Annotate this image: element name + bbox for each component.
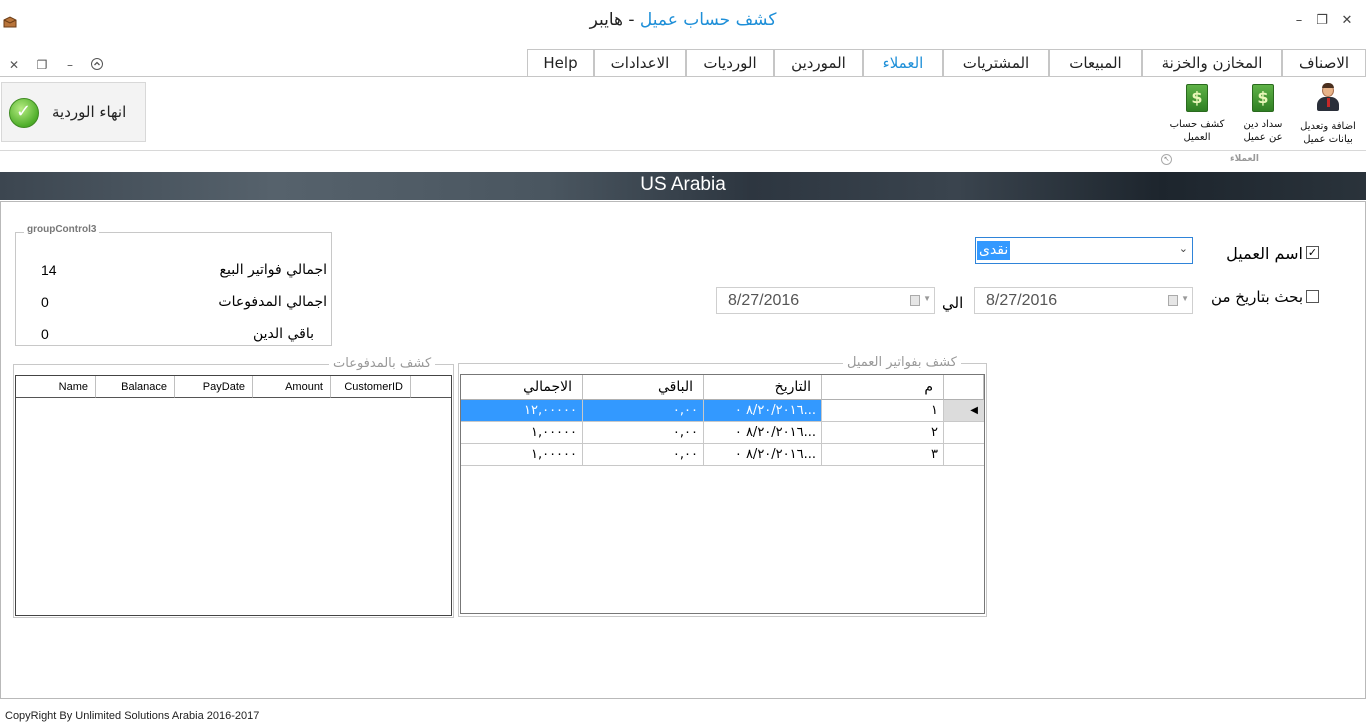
row-indicator[interactable]: ◀ xyxy=(944,400,984,422)
invoices-col-number[interactable]: م xyxy=(822,375,944,400)
summary-value-remaining-debt: 0 xyxy=(41,326,49,342)
payments-col-balance[interactable]: Balanace xyxy=(96,376,175,398)
tab-settings[interactable]: الاعدادات xyxy=(594,49,686,77)
customer-name-value: نقدى xyxy=(977,241,1011,260)
add-edit-customer-label-1: اضافة وتعديل xyxy=(1300,121,1356,132)
invoices-grid[interactable]: الاجمالي الباقي التاريخ م ١٢,٠٠٠٠٠ ٠,٠٠ … xyxy=(460,374,985,614)
copyright-footer: CopyRight By Unlimited Solutions Arabia … xyxy=(5,710,260,722)
group-launcher-icon[interactable]: ↖ xyxy=(1161,154,1172,165)
invoice-date-cell[interactable]: ٨/٢٠/٢٠١٦ ٠... xyxy=(704,444,822,466)
date-from-value: 8/27/2016 xyxy=(986,292,1058,309)
calendar-icon[interactable] xyxy=(910,295,920,306)
customer-name-checkbox[interactable]: ✓ xyxy=(1306,246,1319,259)
money-book-icon: $ xyxy=(1186,84,1208,112)
chevron-down-icon[interactable]: ⌄ xyxy=(1179,242,1188,255)
date-filter-checkbox[interactable] xyxy=(1306,290,1319,303)
invoice-date-cell[interactable]: ٨/٢٠/٢٠١٦ ٠... xyxy=(704,422,822,444)
customer-statement-label-1: كشف حساب xyxy=(1169,119,1225,130)
date-filter-label: بحث بتاريخ من xyxy=(1211,288,1303,306)
row-indicator[interactable] xyxy=(944,422,984,444)
calendar-icon[interactable] xyxy=(1168,295,1178,306)
ribbon-group-caption: العملاء xyxy=(1230,154,1260,164)
tab-help[interactable]: Help xyxy=(527,49,594,77)
ribbon-group-divider xyxy=(0,150,1366,151)
add-edit-customer-button[interactable]: اضافة وتعديل بيانات عميل xyxy=(1294,80,1362,148)
row-indicator[interactable] xyxy=(944,444,984,466)
window-title-main: كشف حساب عميل xyxy=(639,10,777,30)
payments-header-filler xyxy=(411,376,451,398)
summary-group-title: groupControl3 xyxy=(24,224,100,235)
customer-name-label: اسم العميل xyxy=(1226,244,1303,263)
payments-col-amount[interactable]: Amount xyxy=(253,376,331,398)
invoice-number-cell[interactable]: ٢ xyxy=(822,422,944,444)
invoice-number-cell[interactable]: ١ xyxy=(822,400,944,422)
summary-label-total-payments: اجمالي المدفوعات xyxy=(218,294,327,310)
payments-col-name[interactable]: Name xyxy=(16,376,96,398)
add-edit-customer-label-2: بيانات عميل xyxy=(1303,134,1353,145)
customer-statement-button[interactable]: $ كشف حساب العميل xyxy=(1161,80,1233,148)
pay-debt-label-2: عن عميل xyxy=(1243,132,1283,143)
tab-sales[interactable]: المبيعات xyxy=(1049,49,1142,77)
minimize-icon[interactable]: – xyxy=(1290,12,1308,30)
payments-group-title: كشف بالمدفوعات xyxy=(329,356,436,371)
tab-stores-treasury[interactable]: المخازن والخزنة xyxy=(1142,49,1282,77)
invoice-number-cell[interactable]: ٣ xyxy=(822,444,944,466)
tab-customers[interactable]: العملاء xyxy=(863,49,943,78)
invoice-remaining-cell[interactable]: ٠,٠٠ xyxy=(583,444,704,466)
table-row[interactable]: ١٢,٠٠٠٠٠ ٠,٠٠ ٨/٢٠/٢٠١٦ ٠... ١ ◀ xyxy=(461,400,984,422)
payments-col-paydate[interactable]: PayDate xyxy=(175,376,253,398)
window-title-user: هايبر xyxy=(589,10,623,30)
mdi-close-icon[interactable]: ✕ xyxy=(6,57,22,73)
customer-name-select[interactable]: نقدى ⌄ xyxy=(975,237,1193,264)
invoices-col-date[interactable]: التاريخ xyxy=(704,375,822,400)
table-row[interactable]: ١,٠٠٠٠٠ ٠,٠٠ ٨/٢٠/٢٠١٦ ٠... ٣ xyxy=(461,444,984,466)
tab-suppliers[interactable]: الموردين xyxy=(774,49,863,77)
payments-grid[interactable]: Name Balanace PayDate Amount CustomerID xyxy=(15,375,452,616)
invoice-date-cell[interactable]: ٨/٢٠/٢٠١٦ ٠... xyxy=(704,400,822,422)
ribbon-collapse-icon[interactable] xyxy=(89,57,105,73)
invoices-col-remaining[interactable]: الباقي xyxy=(583,375,704,400)
customer-statement-label-2: العميل xyxy=(1183,132,1211,143)
tab-items[interactable]: الاصناف xyxy=(1282,49,1366,77)
pay-debt-label-1: سداد دين xyxy=(1243,119,1283,130)
tab-shifts[interactable]: الورديات xyxy=(686,49,774,77)
checkmark-icon: ✓ xyxy=(9,98,39,128)
date-to-picker[interactable]: 8/27/2016 ▼ xyxy=(716,287,935,314)
close-icon[interactable]: ✕ xyxy=(1338,12,1356,30)
date-from-picker[interactable]: 8/27/2016 ▼ xyxy=(974,287,1193,314)
summary-label-remaining-debt: باقي الدين xyxy=(252,326,314,342)
summary-value-total-payments: 0 xyxy=(41,294,49,310)
invoice-remaining-cell[interactable]: ٠,٠٠ xyxy=(583,422,704,444)
mdi-restore-icon[interactable]: ❐ xyxy=(34,57,50,73)
row-pointer-icon: ◀ xyxy=(970,405,978,416)
mdi-minimize-icon[interactable]: – xyxy=(62,57,78,73)
invoices-col-total[interactable]: الاجمالي xyxy=(461,375,583,400)
restore-icon[interactable]: ❐ xyxy=(1313,12,1331,30)
invoice-total-cell[interactable]: ١,٠٠٠٠٠ xyxy=(461,444,583,466)
pay-debt-button[interactable]: $ سداد دين عن عميل xyxy=(1232,80,1294,148)
dropdown-arrow-icon[interactable]: ▼ xyxy=(923,294,931,303)
tab-purchases[interactable]: المشتريات xyxy=(943,49,1049,77)
summary-label-total-sales: اجمالي فواتير البيع xyxy=(219,262,327,278)
invoice-total-cell[interactable]: ١,٠٠٠٠٠ xyxy=(461,422,583,444)
window-title: كشف حساب عميل - هايبر xyxy=(0,10,1366,30)
table-row[interactable]: ١,٠٠٠٠٠ ٠,٠٠ ٨/٢٠/٢٠١٦ ٠... ٢ xyxy=(461,422,984,444)
invoices-indicator-header xyxy=(944,375,984,400)
money-book-icon: $ xyxy=(1252,84,1274,112)
payments-col-customerid[interactable]: CustomerID xyxy=(331,376,411,398)
end-shift-label: انهاء الوردية xyxy=(52,103,127,121)
date-to-label: الي xyxy=(942,294,964,312)
ribbon-tabs: Help الاعدادات الورديات الموردين العملاء… xyxy=(527,49,1366,78)
date-to-value: 8/27/2016 xyxy=(728,292,800,309)
invoices-group-title: كشف بفواتير العميل xyxy=(843,355,961,370)
end-shift-button[interactable]: ✓ انهاء الوردية xyxy=(1,82,146,142)
summary-value-total-sales: 14 xyxy=(41,262,57,278)
banner-title: US Arabia xyxy=(640,174,726,195)
businessman-icon xyxy=(1314,80,1342,114)
invoice-remaining-cell[interactable]: ٠,٠٠ xyxy=(583,400,704,422)
window-title-separator: - xyxy=(622,10,640,30)
invoice-total-cell[interactable]: ١٢,٠٠٠٠٠ xyxy=(461,400,583,422)
dropdown-arrow-icon[interactable]: ▼ xyxy=(1181,294,1189,303)
